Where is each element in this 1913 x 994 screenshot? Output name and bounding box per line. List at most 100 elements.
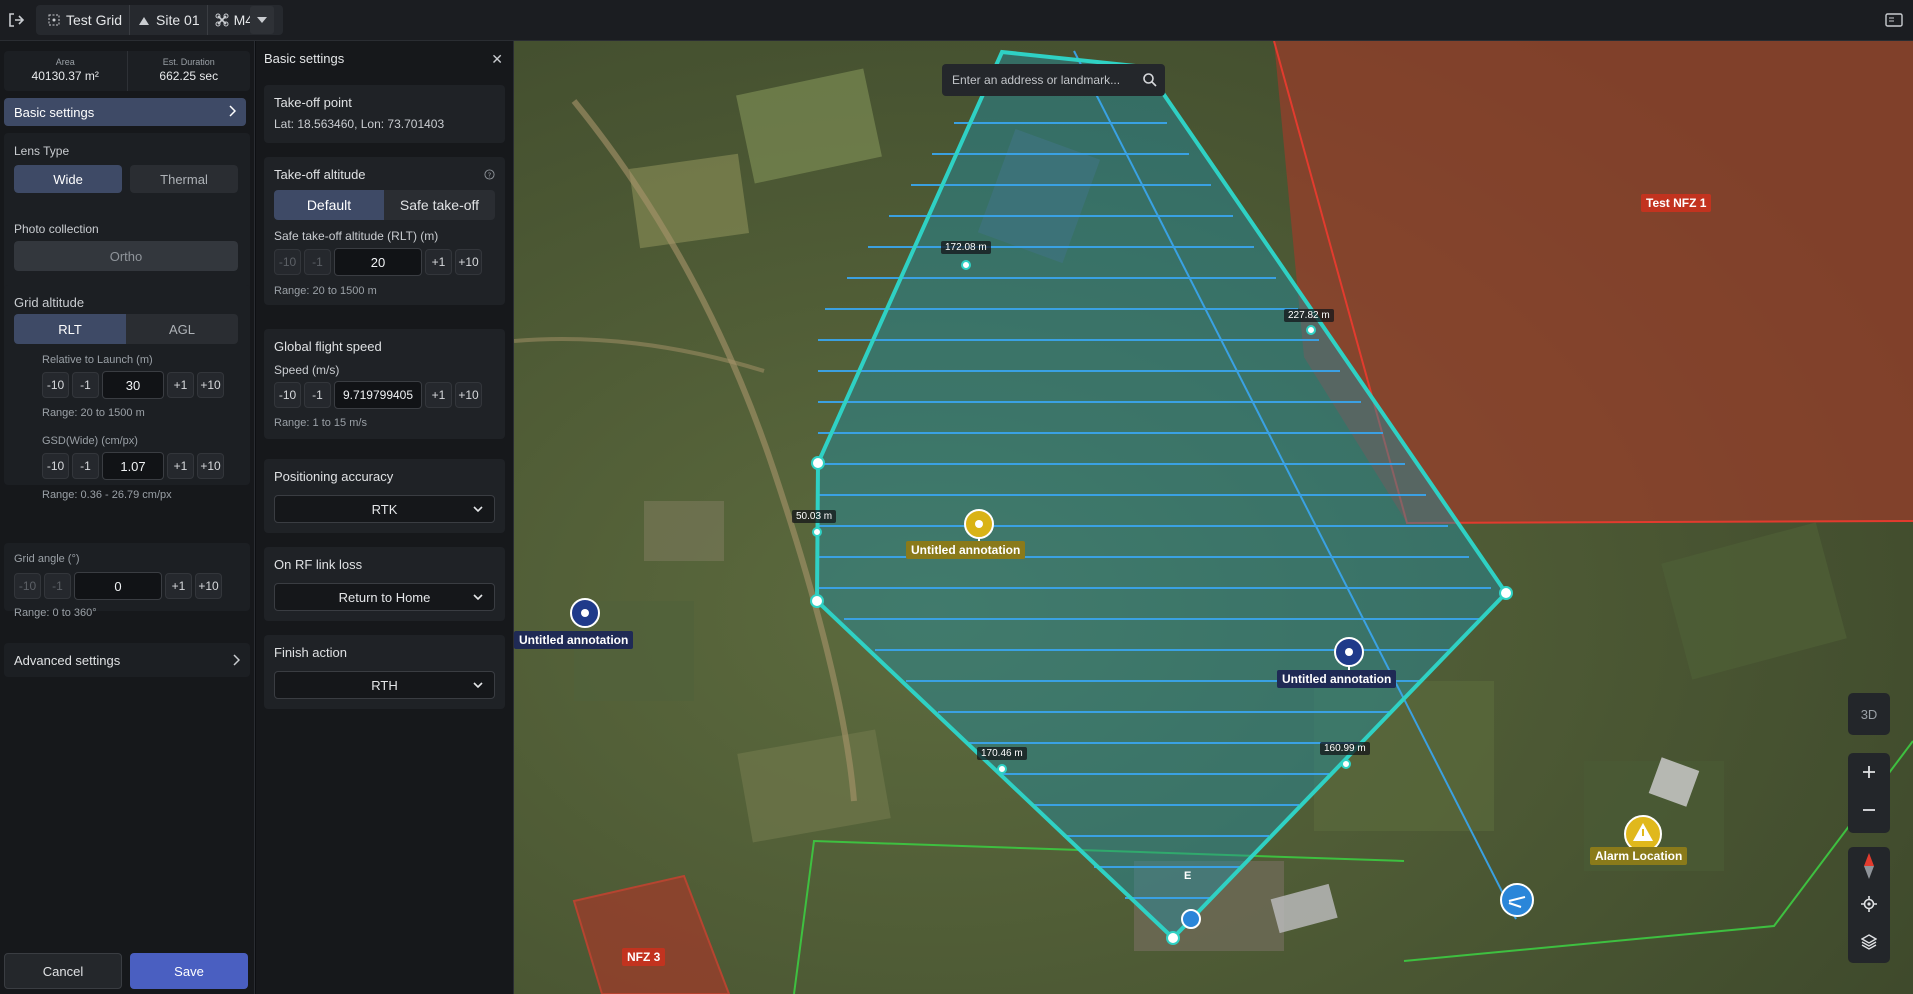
grid-angle-range: Range: 0 to 360° (14, 607, 97, 619)
grid-angle-stepper: -10 -1 0 +1 +10 (14, 572, 222, 600)
basic-settings-button[interactable]: Basic settings (4, 98, 246, 126)
close-icon[interactable]: ✕ (491, 51, 503, 68)
search-icon (1143, 73, 1157, 87)
grid-settings-panel: Area 40130.37 m² Est. Duration 662.25 se… (0, 41, 255, 994)
decrement-1-button[interactable]: -1 (72, 372, 99, 398)
lens-wide-option[interactable]: Wide (14, 165, 122, 193)
speed-range: Range: 1 to 15 m/s (274, 417, 367, 429)
decrement-10-button[interactable]: -10 (42, 453, 69, 479)
ortho-option[interactable]: Ortho (14, 241, 238, 271)
area-stat: Area 40130.37 m² (4, 51, 127, 91)
safe-takeoff-option[interactable]: Safe take-off (384, 190, 495, 220)
increment-10-button[interactable]: +10 (455, 249, 482, 275)
rf-loss-label: On RF link loss (274, 557, 363, 572)
layers-icon (1861, 934, 1877, 950)
locate-button[interactable] (1848, 885, 1890, 923)
breadcrumb-dropdown[interactable] (250, 6, 274, 34)
sidebar-toggle-icon[interactable] (1885, 12, 1903, 28)
rlt-option[interactable]: RLT (14, 314, 126, 344)
lens-thermal-option[interactable]: Thermal (130, 165, 238, 193)
takeoff-altitude-label: Take-off altitude (274, 167, 366, 182)
decrement-10-button[interactable]: -10 (274, 382, 301, 408)
agl-option[interactable]: AGL (126, 314, 238, 344)
rlt-input[interactable]: 30 (102, 371, 164, 399)
speed-input[interactable]: 9.719799405 (334, 381, 422, 409)
distance-label: 160.99 m (1320, 742, 1370, 755)
safe-altitude-input[interactable]: 20 (334, 248, 422, 276)
speed-label: Speed (m/s) (274, 363, 340, 377)
positioning-value: RTK (371, 501, 398, 517)
increment-1-button[interactable]: +1 (425, 382, 452, 408)
annotation-label: Untitled annotation (514, 631, 634, 649)
decrement-10-button[interactable]: -10 (42, 372, 69, 398)
finish-action-card: Finish action RTH (264, 635, 505, 709)
mission-summary: Area 40130.37 m² Est. Duration 662.25 se… (4, 51, 250, 91)
breadcrumb-label: Test Grid (66, 12, 123, 28)
duration-value: 662.25 sec (159, 69, 219, 83)
start-point-icon[interactable] (1181, 909, 1201, 929)
home-point-icon[interactable] (1500, 883, 1534, 917)
map-view[interactable]: E Test NFZ 1 NFZ 3 Untitled annotation U… (514, 41, 1913, 994)
finish-action-select[interactable]: RTH (274, 671, 495, 699)
increment-10-button[interactable]: +10 (197, 372, 224, 398)
annotation-label: Untitled annotation (1277, 670, 1397, 688)
increment-1-button[interactable]: +1 (167, 372, 194, 398)
decrement-10-button[interactable]: -10 (14, 573, 41, 599)
takeoff-point-card: Take-off point Lat: 18.563460, Lon: 73.7… (264, 85, 505, 143)
decrement-1-button[interactable]: -1 (304, 382, 331, 408)
area-value: 40130.37 m² (31, 69, 99, 83)
help-icon[interactable]: ? (484, 169, 495, 180)
compass-button[interactable] (1848, 847, 1890, 885)
positioning-select[interactable]: RTK (274, 495, 495, 523)
decrement-1-button[interactable]: -1 (304, 249, 331, 275)
grid-angle-input[interactable]: 0 (74, 572, 162, 600)
layers-button[interactable] (1848, 923, 1890, 961)
takeoff-altitude-card: Take-off altitude ? Default Safe take-of… (264, 157, 505, 305)
search-placeholder: Enter an address or landmark... (952, 73, 1121, 87)
annotation-label: Untitled annotation (906, 541, 1026, 559)
increment-1-button[interactable]: +1 (425, 249, 452, 275)
locate-icon (1861, 896, 1877, 912)
breadcrumb-site[interactable]: Site 01 (130, 5, 208, 35)
flight-speed-card: Global flight speed Speed (m/s) -10 -1 9… (264, 329, 505, 439)
save-button[interactable]: Save (130, 953, 248, 989)
default-option[interactable]: Default (274, 190, 384, 220)
increment-10-button[interactable]: +10 (197, 453, 224, 479)
advanced-settings-button[interactable]: Advanced settings (4, 643, 250, 677)
decrement-10-button[interactable]: -10 (274, 249, 301, 275)
3d-toggle-button[interactable]: 3D (1848, 693, 1890, 735)
drone-icon (215, 13, 229, 27)
speed-stepper: -10 -1 9.719799405 +1 +10 (274, 381, 482, 409)
increment-10-button[interactable]: +10 (455, 382, 482, 408)
zoom-out-button[interactable] (1848, 791, 1890, 829)
plus-icon (1863, 766, 1875, 778)
flight-speed-label: Global flight speed (274, 339, 382, 354)
increment-1-button[interactable]: +1 (167, 453, 194, 479)
top-bar: Test Grid Site 01 M4TD (0, 0, 1913, 41)
chevron-right-icon (233, 654, 240, 666)
zoom-in-button[interactable] (1848, 753, 1890, 791)
search-input[interactable]: Enter an address or landmark... (942, 64, 1165, 96)
breadcrumb: Test Grid Site 01 M4TD (36, 5, 283, 35)
distance-label: 227.82 m (1284, 309, 1334, 322)
finish-action-label: Finish action (274, 645, 347, 660)
chevron-right-icon (229, 105, 236, 117)
grid-icon (48, 14, 60, 26)
finish-action-value: RTH (371, 677, 398, 693)
duration-stat: Est. Duration 662.25 sec (126, 51, 251, 91)
chevron-down-icon (473, 594, 483, 601)
increment-10-button[interactable]: +10 (195, 573, 222, 599)
zoom-control (1848, 753, 1890, 833)
safe-altitude-stepper: -10 -1 20 +1 +10 (274, 248, 482, 276)
gsd-input[interactable]: 1.07 (102, 452, 164, 480)
rlt-label: Relative to Launch (m) (42, 354, 153, 366)
exit-icon[interactable] (6, 10, 26, 30)
increment-1-button[interactable]: +1 (165, 573, 192, 599)
cancel-button[interactable]: Cancel (4, 953, 122, 989)
rf-loss-select[interactable]: Return to Home (274, 583, 495, 611)
decrement-1-button[interactable]: -1 (72, 453, 99, 479)
breadcrumb-mission[interactable]: Test Grid (40, 5, 131, 35)
chevron-down-icon (473, 682, 483, 689)
grid-angle-label: Grid angle (°) (14, 553, 80, 565)
decrement-1-button[interactable]: -1 (44, 573, 71, 599)
